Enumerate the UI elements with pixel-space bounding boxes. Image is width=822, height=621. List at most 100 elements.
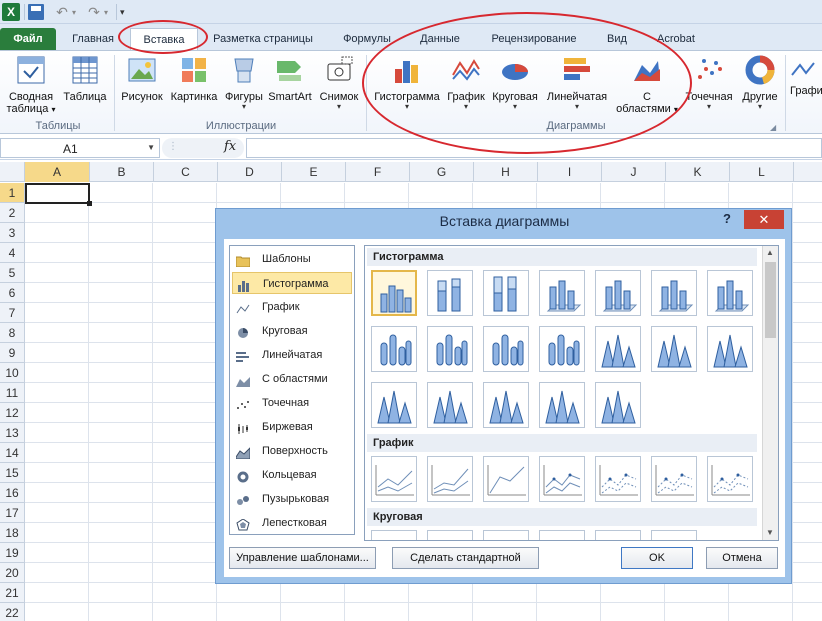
row-header[interactable]: 16 <box>0 483 25 503</box>
column-header[interactable]: B <box>90 162 154 182</box>
column-header[interactable]: F <box>346 162 410 182</box>
column-header[interactable]: L <box>730 162 794 182</box>
row-header[interactable]: 17 <box>0 503 25 523</box>
row-header[interactable]: 11 <box>0 383 25 403</box>
pivot-table-button[interactable]: Сводная таблица ▾ <box>4 55 58 116</box>
redo-dropdown-icon[interactable]: ▾ <box>104 3 108 21</box>
column-chart-thumbnail[interactable] <box>427 326 473 372</box>
column-header[interactable]: H <box>474 162 538 182</box>
smartart-button[interactable]: SmartArt <box>266 55 314 103</box>
row-header[interactable]: 20 <box>0 563 25 583</box>
name-box[interactable]: A1 ▼ <box>0 138 160 158</box>
row-header[interactable]: 10 <box>0 363 25 383</box>
chart-category-item[interactable]: Пузырьковая <box>232 488 352 510</box>
column-header[interactable]: J <box>602 162 666 182</box>
active-cell-a1[interactable] <box>25 183 92 206</box>
row-header[interactable]: 6 <box>0 283 25 303</box>
column-header[interactable]: G <box>410 162 474 182</box>
row-header[interactable]: 15 <box>0 463 25 483</box>
row-header[interactable]: 12 <box>0 403 25 423</box>
line-chart-thumbnail[interactable] <box>595 456 641 502</box>
ok-button[interactable]: OK <box>621 547 693 569</box>
screenshot-button[interactable]: Снимок ▾ <box>314 55 364 111</box>
chart-category-item[interactable]: Точечная <box>232 392 352 414</box>
row-header[interactable]: 8 <box>0 323 25 343</box>
manage-templates-button[interactable]: Управление шаблонами... <box>229 547 376 569</box>
other-charts-button[interactable]: Другие ▾ <box>738 55 782 111</box>
clipart-button[interactable]: Картинка <box>166 55 222 103</box>
column-chart-thumbnail[interactable] <box>483 326 529 372</box>
pie-chart-thumbnail[interactable] <box>371 530 417 540</box>
column-chart-thumbnail[interactable] <box>707 326 753 372</box>
row-header[interactable]: 21 <box>0 583 25 603</box>
row-header[interactable]: 4 <box>0 243 25 263</box>
help-icon[interactable]: ? <box>723 211 731 226</box>
chart-category-item[interactable]: Линейчатая <box>232 344 352 366</box>
column-chart-thumbnail[interactable] <box>651 326 697 372</box>
line-chart-thumbnail[interactable] <box>371 456 417 502</box>
chart-category-item[interactable]: Круговая <box>232 320 352 342</box>
tab-file[interactable]: Файл <box>0 28 56 50</box>
column-header[interactable]: E <box>282 162 346 182</box>
scrollbar-thumb[interactable] <box>765 262 776 338</box>
chart-category-item[interactable]: Поверхность <box>232 440 352 462</box>
line-chart-thumbnail[interactable] <box>651 456 697 502</box>
tab-home[interactable]: Главная <box>62 28 124 50</box>
sparkline-line-button[interactable]: Графи <box>790 55 822 97</box>
excel-logo-icon[interactable]: X <box>2 3 20 21</box>
row-header[interactable]: 13 <box>0 423 25 443</box>
column-chart-thumbnail[interactable] <box>539 326 585 372</box>
column-chart-thumbnail[interactable] <box>595 326 641 372</box>
line-chart-thumbnail[interactable] <box>483 456 529 502</box>
column-chart-thumbnail[interactable] <box>651 270 697 316</box>
select-all-corner[interactable] <box>0 162 25 182</box>
pie-chart-thumbnail[interactable] <box>651 530 697 540</box>
line-chart-thumbnail[interactable] <box>707 456 753 502</box>
chart-category-item[interactable]: С областями <box>232 368 352 390</box>
redo-icon[interactable]: ↷ <box>84 3 104 21</box>
chevron-down-icon[interactable]: ▼ <box>147 143 155 152</box>
chart-category-item[interactable]: Биржевая <box>232 416 352 438</box>
row-header[interactable]: 2 <box>0 203 25 223</box>
column-chart-thumbnail[interactable] <box>483 382 529 428</box>
column-header[interactable]: K <box>666 162 730 182</box>
column-chart-thumbnail[interactable] <box>483 270 529 316</box>
row-header[interactable]: 3 <box>0 223 25 243</box>
pie-chart-thumbnail[interactable] <box>483 530 529 540</box>
table-button[interactable]: Таблица <box>60 55 110 103</box>
column-chart-thumbnail[interactable] <box>707 270 753 316</box>
scroll-down-icon[interactable]: ▼ <box>766 528 774 537</box>
row-header[interactable]: 1 <box>0 183 25 203</box>
gallery-scrollbar[interactable]: ▲ ▼ <box>762 246 778 540</box>
pie-chart-thumbnail[interactable] <box>427 530 473 540</box>
row-header[interactable]: 14 <box>0 443 25 463</box>
column-header[interactable]: D <box>218 162 282 182</box>
row-header[interactable]: 19 <box>0 543 25 563</box>
column-chart-thumbnail[interactable] <box>595 270 641 316</box>
column-chart-thumbnail[interactable] <box>427 382 473 428</box>
shapes-button[interactable]: Фигуры ▾ <box>222 55 266 111</box>
close-button[interactable]: ✕ <box>744 210 784 229</box>
undo-dropdown-icon[interactable]: ▾ <box>72 3 76 21</box>
customize-qat-icon[interactable]: ▾ <box>120 3 125 21</box>
chart-category-item[interactable]: Кольцевая <box>232 464 352 486</box>
row-header[interactable]: 22 <box>0 603 25 621</box>
scroll-up-icon[interactable]: ▲ <box>766 248 774 257</box>
save-icon[interactable] <box>28 4 44 20</box>
cancel-button[interactable]: Отмена <box>706 547 778 569</box>
column-chart-thumbnail[interactable] <box>539 382 585 428</box>
row-header[interactable]: 5 <box>0 263 25 283</box>
chart-category-item[interactable]: Шаблоны <box>232 248 352 270</box>
column-chart-thumbnail[interactable] <box>371 382 417 428</box>
column-chart-thumbnail[interactable] <box>539 270 585 316</box>
line-chart-thumbnail[interactable] <box>539 456 585 502</box>
row-header[interactable]: 18 <box>0 523 25 543</box>
column-chart-thumbnail[interactable] <box>427 270 473 316</box>
column-header[interactable]: I <box>538 162 602 182</box>
column-chart-thumbnail[interactable] <box>595 382 641 428</box>
pie-chart-thumbnail[interactable] <box>539 530 585 540</box>
chart-category-item[interactable]: Гистограмма <box>232 272 352 294</box>
chart-category-item[interactable]: Лепестковая <box>232 512 352 534</box>
insert-function-icon[interactable]: fx <box>224 139 236 154</box>
chart-category-item[interactable]: График <box>232 296 352 318</box>
